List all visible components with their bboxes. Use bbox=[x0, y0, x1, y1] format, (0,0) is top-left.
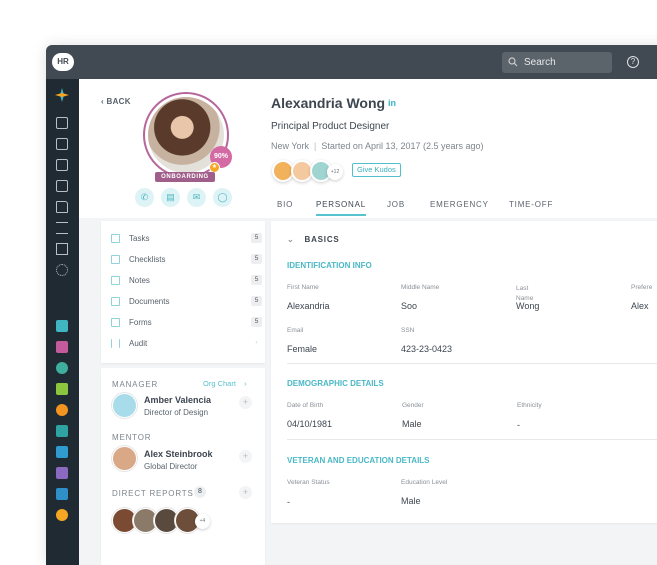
gender-value: Male bbox=[402, 419, 422, 429]
message-icon[interactable]: ◯ bbox=[213, 188, 232, 207]
reports-count: 8 bbox=[194, 486, 206, 498]
mail-icon[interactable]: ✉ bbox=[187, 188, 206, 207]
first-name-value: Alexandria bbox=[287, 301, 330, 311]
dob-value: 04/10/1981 bbox=[287, 419, 333, 429]
add-manager-button[interactable]: + bbox=[239, 396, 252, 409]
education-value: Male bbox=[401, 496, 421, 506]
app-icon[interactable] bbox=[56, 467, 68, 479]
mentor-name[interactable]: Alex Steinbrook bbox=[144, 449, 213, 459]
chevron-right-icon: › bbox=[255, 339, 258, 346]
email-value: Female bbox=[287, 344, 318, 354]
app-logo-icon[interactable] bbox=[55, 88, 69, 102]
employee-name: Alexandria Wong bbox=[271, 95, 386, 111]
notes-icon[interactable] bbox=[56, 243, 68, 255]
task-icon bbox=[111, 234, 120, 243]
top-bar: HR Search ? bbox=[46, 45, 657, 79]
search-placeholder: Search bbox=[524, 57, 556, 68]
field-label: Ethnicity bbox=[517, 402, 542, 409]
app-icon[interactable] bbox=[56, 488, 68, 500]
people-card: MANAGER Org Chart › Amber Valencia Direc… bbox=[101, 368, 265, 565]
contacts-icon[interactable] bbox=[56, 180, 68, 192]
chat-icon[interactable]: ▤ bbox=[161, 188, 180, 207]
job-title: Principal Product Designer bbox=[271, 121, 390, 132]
hr-logo: HR bbox=[52, 53, 74, 71]
mentor-label: MENTOR bbox=[112, 433, 152, 442]
last-name-value: Wong bbox=[516, 301, 540, 311]
manager-label: MANAGER bbox=[112, 380, 159, 389]
field-label: Veteran Status bbox=[287, 479, 330, 486]
document-icon bbox=[111, 297, 120, 306]
linkedin-icon[interactable]: in bbox=[388, 98, 396, 108]
tab-job[interactable]: JOB bbox=[387, 200, 405, 209]
chevron-down-icon: ⌄ bbox=[287, 235, 295, 244]
tab-time-off[interactable]: TIME-OFF bbox=[509, 200, 553, 209]
back-button[interactable]: ‹ BACK bbox=[101, 97, 131, 106]
field-label: Education Level bbox=[401, 479, 448, 486]
app-icon[interactable] bbox=[56, 362, 68, 374]
ssn-value: 423-23-0423 bbox=[401, 344, 453, 354]
content-area: Tasks 5 Checklists 5 Notes 5 Documents 5 For… bbox=[79, 218, 657, 565]
app-icon[interactable] bbox=[56, 446, 68, 458]
tasks-icon[interactable] bbox=[56, 117, 68, 129]
tab-personal[interactable]: PERSONAL bbox=[316, 200, 366, 216]
demographic-heading: DEMOGRAPHIC DETAILS bbox=[287, 379, 384, 388]
field-label: First Name bbox=[287, 284, 319, 291]
checklist-icon[interactable] bbox=[56, 222, 68, 234]
status-badge: ONBOARDING bbox=[155, 172, 215, 182]
middle-name-value: Soo bbox=[401, 301, 418, 311]
audit-icon bbox=[111, 339, 120, 348]
phone-icon[interactable]: ✆ bbox=[135, 188, 154, 207]
divider bbox=[287, 363, 657, 364]
app-icon[interactable] bbox=[56, 509, 68, 521]
basics-toggle[interactable]: ⌄ BASICS bbox=[287, 235, 340, 244]
more-reports[interactable]: +4 bbox=[195, 514, 210, 529]
field-label: SSN bbox=[401, 327, 415, 334]
field-label: Date of Birth bbox=[287, 402, 324, 409]
tab-bio[interactable]: BIO bbox=[277, 200, 293, 209]
calendar-icon[interactable] bbox=[56, 159, 68, 171]
form-icon bbox=[111, 318, 120, 327]
app-icon[interactable] bbox=[56, 320, 68, 332]
manager-avatar[interactable] bbox=[112, 393, 137, 418]
employee-meta: New York | Started on April 13, 2017 (2.… bbox=[271, 141, 484, 151]
folder-icon[interactable] bbox=[56, 201, 68, 213]
search-input[interactable]: Search bbox=[502, 52, 612, 73]
records-menu: Tasks 5 Checklists 5 Notes 5 Documents 5 For… bbox=[101, 221, 265, 363]
inbox-icon[interactable] bbox=[56, 138, 68, 150]
more-kudos[interactable]: +12 bbox=[327, 164, 343, 180]
field-label: Middle Name bbox=[401, 284, 440, 291]
add-report-button[interactable]: + bbox=[239, 486, 252, 499]
direct-reports-label: DIRECT REPORTS bbox=[112, 489, 194, 498]
tab-emergency[interactable]: EMERGENCY bbox=[430, 200, 489, 209]
field-label: Prefere bbox=[631, 284, 653, 291]
app-icon[interactable] bbox=[56, 425, 68, 437]
veteran-heading: VETERAN AND EDUCATION DETAILS bbox=[287, 456, 430, 465]
identification-heading: IDENTIFICATION INFO bbox=[287, 261, 372, 270]
checklist-icon bbox=[111, 255, 120, 264]
org-chart-link[interactable]: Org Chart › bbox=[203, 379, 247, 388]
ethnicity-value: - bbox=[517, 420, 520, 430]
divider bbox=[287, 439, 657, 440]
mentor-avatar[interactable] bbox=[112, 446, 137, 471]
give-kudos-button[interactable]: Give Kudos bbox=[352, 163, 401, 177]
manager-name[interactable]: Amber Valencia bbox=[144, 395, 211, 405]
main-content: ‹ BACK 90% ★ ONBOARDING ✆ ▤ ✉ ◯ Alexandr… bbox=[79, 79, 657, 565]
app-icon[interactable] bbox=[56, 341, 68, 353]
veteran-value: - bbox=[287, 497, 290, 507]
search-icon bbox=[508, 57, 518, 67]
manager-role: Director of Design bbox=[144, 408, 209, 417]
field-label: Email bbox=[287, 327, 304, 334]
preferred-name-value: Alex bbox=[631, 301, 649, 311]
app-window: HR Search ? ‹ BACK 90% ★ ONBOARDING ✆ ▤ … bbox=[46, 45, 657, 565]
sidebar bbox=[46, 79, 79, 565]
app-icon[interactable] bbox=[56, 383, 68, 395]
notes-icon bbox=[111, 276, 120, 285]
add-mentor-button[interactable]: + bbox=[239, 450, 252, 463]
mentor-role: Global Director bbox=[144, 462, 198, 471]
app-icon[interactable] bbox=[56, 404, 68, 416]
settings-icon[interactable] bbox=[56, 264, 68, 276]
help-icon[interactable]: ? bbox=[627, 56, 639, 68]
field-label: Gender bbox=[402, 402, 424, 409]
